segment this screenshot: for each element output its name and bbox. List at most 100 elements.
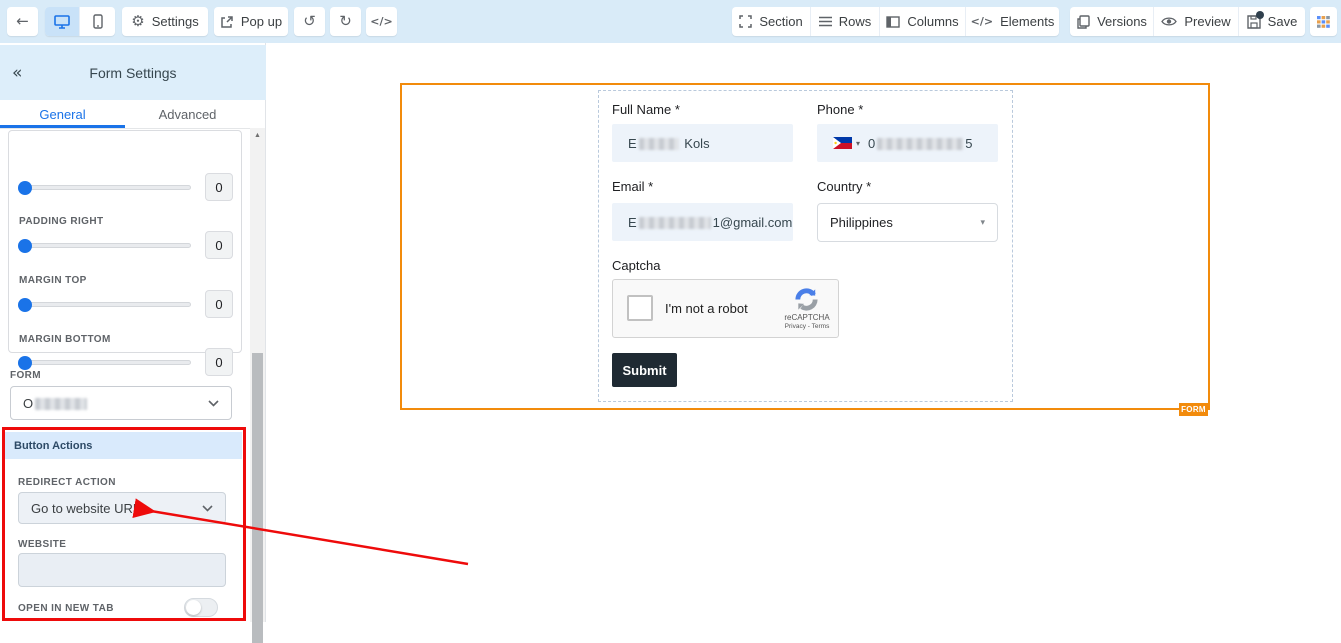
slider-value[interactable]: 0 xyxy=(205,290,233,318)
redacted-text xyxy=(638,138,679,151)
slider-value[interactable]: 0 xyxy=(205,173,233,201)
popup-label: Pop up xyxy=(240,14,283,29)
captcha-label: Captcha xyxy=(612,258,661,273)
form-select[interactable]: O xyxy=(10,386,232,420)
recaptcha-logo-icon xyxy=(793,286,820,313)
chevron-down-icon xyxy=(208,399,219,407)
rows-icon xyxy=(818,16,832,27)
redacted-text xyxy=(638,217,711,230)
desktop-view-button[interactable] xyxy=(45,7,80,36)
undo-button[interactable]: ↺ xyxy=(294,7,325,36)
philippines-flag-icon[interactable] xyxy=(833,137,852,149)
save-icon xyxy=(1246,10,1264,29)
arrow-left-icon: ← xyxy=(16,12,29,30)
country-select[interactable]: Philippines ▾ xyxy=(817,203,998,242)
value-text: E xyxy=(628,135,637,151)
scrollbar-thumb[interactable] xyxy=(252,353,263,643)
code-button[interactable]: </> xyxy=(366,7,397,36)
margin-bottom-label: MARGIN BOTTOM xyxy=(19,334,111,345)
versions-label: Versions xyxy=(1097,14,1147,29)
mobile-view-button[interactable] xyxy=(80,7,115,36)
redacted-text xyxy=(877,138,964,151)
device-toggle xyxy=(45,7,115,36)
margin-bottom-slider-row: 0 xyxy=(18,348,233,376)
panel-title: Form Settings xyxy=(89,64,177,81)
elements-button[interactable]: </> Elements xyxy=(966,7,1059,36)
slider-track[interactable] xyxy=(18,180,191,195)
value-text: E xyxy=(628,214,637,230)
submit-button[interactable]: Submit xyxy=(612,353,677,387)
save-label: Save xyxy=(1267,14,1298,29)
settings-button[interactable]: ⚙ Settings xyxy=(122,7,208,36)
preview-button[interactable]: Preview xyxy=(1154,7,1239,36)
back-button[interactable]: ← xyxy=(7,7,38,36)
tab-advanced[interactable]: Advanced xyxy=(125,100,250,128)
form-select-value: O xyxy=(23,395,34,411)
save-button[interactable]: Save xyxy=(1239,7,1305,36)
apps-menu-button[interactable] xyxy=(1310,7,1337,36)
columns-label: Columns xyxy=(907,14,959,29)
value-text: 1@gmail.com xyxy=(712,214,793,230)
section-button[interactable]: Section xyxy=(732,7,811,36)
tab-general[interactable]: General xyxy=(0,100,125,128)
slider-value[interactable]: 0 xyxy=(205,348,233,376)
slider-thumb[interactable] xyxy=(18,180,32,195)
recaptcha-checkbox[interactable] xyxy=(627,295,653,321)
form-settings-panel: « Form Settings General Advanced 0 PADDI… xyxy=(0,43,266,643)
monitor-icon xyxy=(54,14,70,29)
form-select-label: FORM xyxy=(10,370,42,381)
caret-down-icon[interactable]: ▾ xyxy=(856,139,860,148)
code-icon: </> xyxy=(370,15,393,28)
gear-icon: ⚙ xyxy=(131,12,145,30)
slider-thumb[interactable] xyxy=(18,238,32,253)
rows-label: Rows xyxy=(838,14,872,29)
elements-label: Elements xyxy=(1000,14,1055,29)
chevrons-left-icon[interactable]: « xyxy=(12,63,22,83)
versions-button[interactable]: Versions xyxy=(1070,7,1154,36)
smartphone-icon xyxy=(92,14,103,29)
full-name-label: Full Name * xyxy=(612,102,680,117)
popup-button[interactable]: Pop up xyxy=(214,7,288,36)
slider-thumb[interactable] xyxy=(18,355,32,370)
slider-track[interactable] xyxy=(18,355,191,370)
redo-icon: ↻ xyxy=(339,12,352,30)
eye-icon xyxy=(1161,16,1178,27)
recaptcha-privacy-terms-links[interactable]: Privacy - Terms xyxy=(779,323,835,330)
settings-label: Settings xyxy=(151,14,199,29)
rows-button[interactable]: Rows xyxy=(811,7,880,36)
slider-track[interactable] xyxy=(18,297,191,312)
top-toolbar: ← ⚙ Settings Pop up ↺ ↻ </> Section Rows… xyxy=(0,0,1341,43)
external-link-icon xyxy=(220,15,234,29)
structure-nav: Section Rows Columns </> Elements xyxy=(732,7,1059,36)
email-label: Email * xyxy=(612,179,654,194)
panel-tabs: General Advanced xyxy=(0,100,250,129)
slider-track[interactable] xyxy=(18,238,191,253)
slider-thumb[interactable] xyxy=(18,297,32,312)
country-value: Philippines xyxy=(830,215,893,230)
padding-right-label: PADDING RIGHT xyxy=(19,216,104,227)
redacted-text xyxy=(35,398,88,411)
sidebar-scrollbar[interactable]: ▲ xyxy=(250,128,265,643)
document-actions: Versions Preview Save xyxy=(1070,7,1305,36)
margin-top-slider-row: 0 xyxy=(18,290,233,318)
recaptcha-checkbox-label: I'm not a robot xyxy=(665,301,748,316)
value-text: 5 xyxy=(965,135,973,151)
form-selection-badge: FORM xyxy=(1179,403,1208,416)
columns-icon xyxy=(886,15,901,28)
versions-icon xyxy=(1076,14,1090,29)
annotation-highlight-rect xyxy=(2,427,246,621)
undo-icon: ↺ xyxy=(303,12,316,30)
preview-label: Preview xyxy=(1184,14,1231,29)
full-name-input[interactable]: E Kols xyxy=(612,124,793,162)
value-text: Kols xyxy=(680,135,710,151)
email-input[interactable]: E 1@gmail.com xyxy=(612,203,793,241)
slider-value[interactable]: 0 xyxy=(205,231,233,259)
padding-left-slider-row: 0 xyxy=(18,173,233,201)
redo-button[interactable]: ↻ xyxy=(330,7,361,36)
country-label: Country * xyxy=(817,179,872,194)
margin-top-label: MARGIN TOP xyxy=(19,275,87,286)
columns-button[interactable]: Columns xyxy=(880,7,966,36)
section-label: Section xyxy=(759,14,803,29)
scrollbar-up-arrow[interactable]: ▲ xyxy=(250,128,265,143)
phone-input[interactable]: ▾ 0 5 xyxy=(817,124,998,162)
